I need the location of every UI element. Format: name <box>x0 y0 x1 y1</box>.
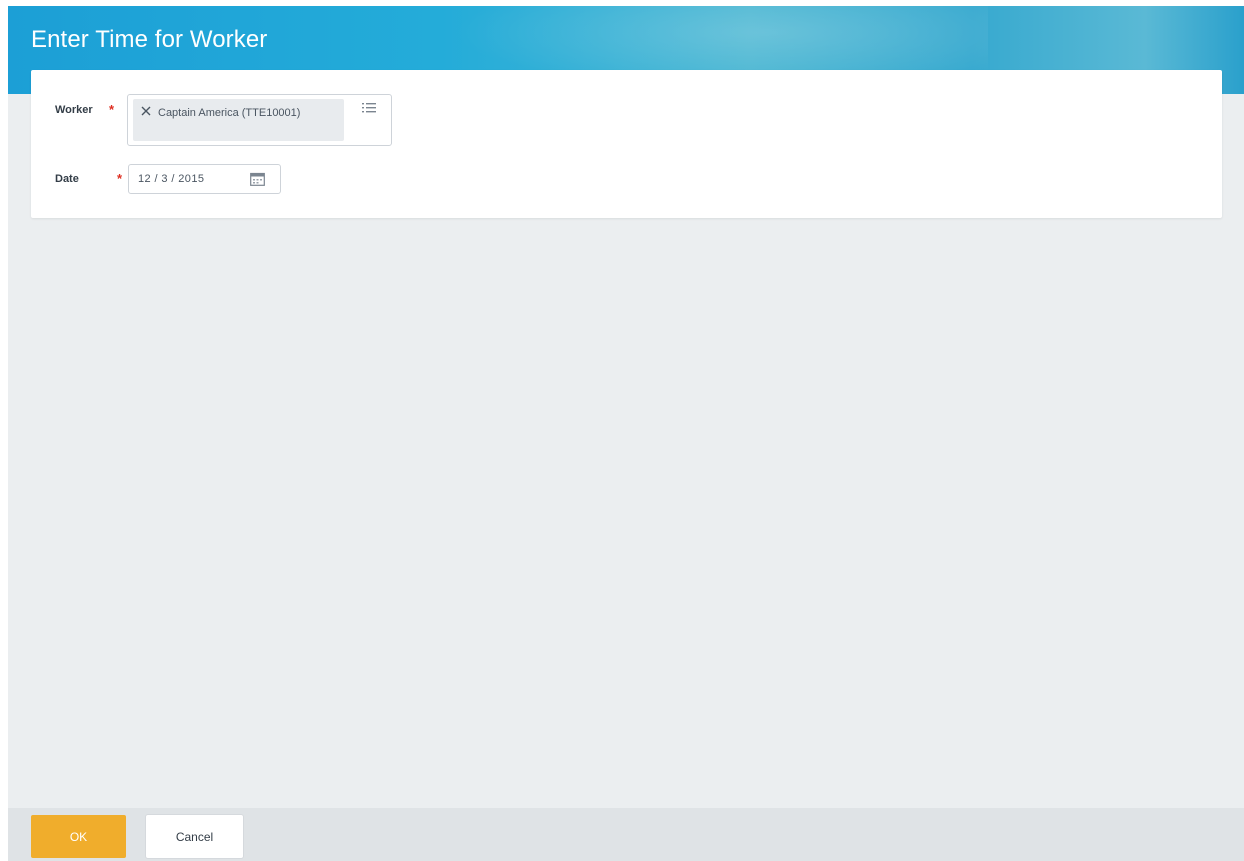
cancel-button[interactable]: Cancel <box>146 815 243 858</box>
worker-label: Worker <box>55 104 93 116</box>
date-input[interactable]: 12 / 3 / 2015 <box>128 164 281 194</box>
action-footer: OK Cancel <box>8 808 1244 861</box>
calendar-icon[interactable] <box>250 172 265 186</box>
prompt-list-icon[interactable] <box>362 101 376 113</box>
worker-prompt-field[interactable]: Captain America (TTE10001) <box>127 94 392 146</box>
date-required-mark: * <box>117 171 123 186</box>
selected-worker-name: Captain America (TTE10001) <box>158 107 301 119</box>
page-title: Enter Time for Worker <box>31 26 268 53</box>
app-window: Enter Time for Worker Worker * Captain A… <box>8 6 1244 861</box>
date-label: Date <box>55 173 79 185</box>
close-icon[interactable] <box>140 104 152 116</box>
date-value: 12 / 3 / 2015 <box>138 173 205 185</box>
worker-required-mark: * <box>109 102 115 117</box>
form-card: Worker * Captain America (TTE10001) Date… <box>31 70 1222 218</box>
ok-button[interactable]: OK <box>31 815 126 858</box>
selected-worker-pill: Captain America (TTE10001) <box>133 99 344 141</box>
